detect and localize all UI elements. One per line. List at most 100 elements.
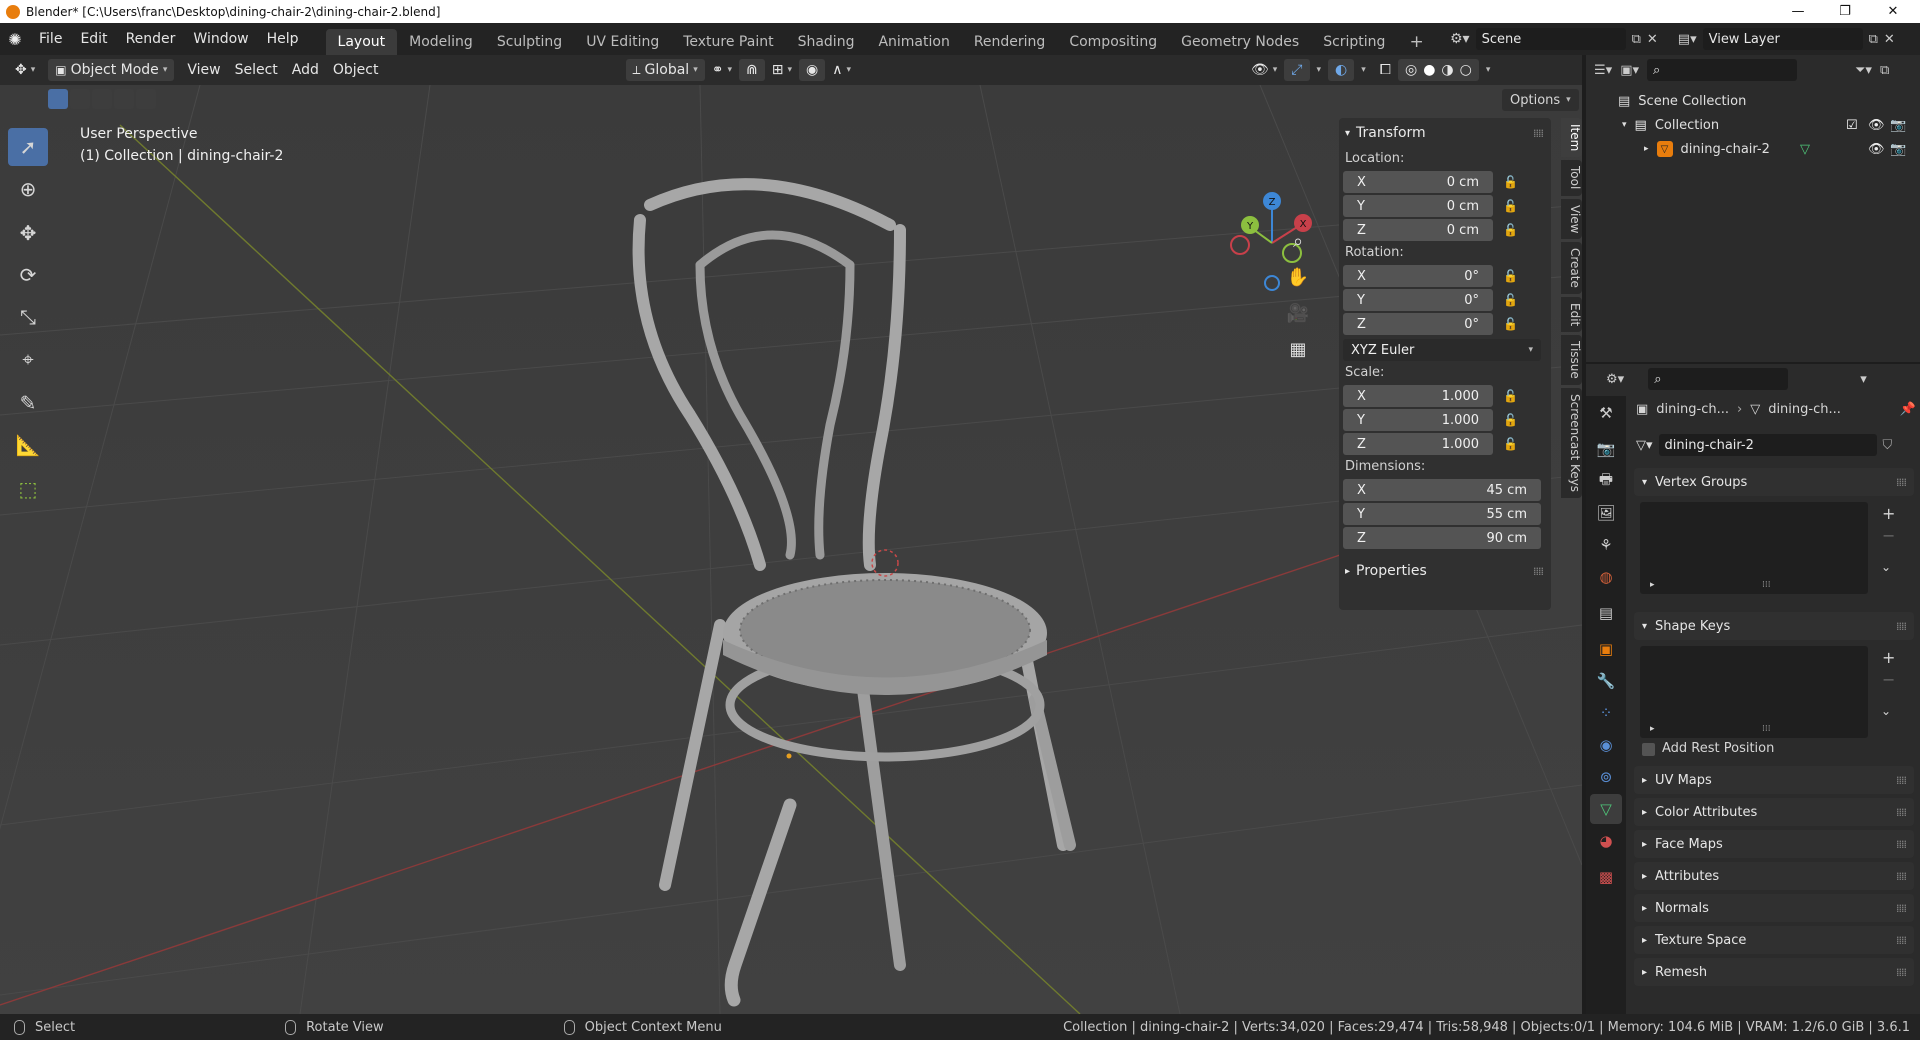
sidebar-tab-tool[interactable]: Tool: [1561, 160, 1582, 196]
scale-z-field[interactable]: Z 1.000: [1343, 433, 1493, 455]
uv-maps-header[interactable]: ▸ UV Maps ⁞⁞⁞⁞: [1634, 766, 1914, 794]
remesh-header[interactable]: ▸ Remesh ⁞⁞⁞⁞: [1634, 958, 1914, 986]
outliner-row-object[interactable]: ▸ ▽ dining-chair-2 ▽ 👁 📷: [1586, 137, 1920, 161]
select-subtract-icon[interactable]: [92, 89, 112, 109]
scale-tool-icon[interactable]: ⤡: [8, 298, 48, 336]
material-tab-icon[interactable]: ◕: [1590, 826, 1622, 856]
menu-object[interactable]: Object: [326, 59, 386, 81]
new-scene-icon[interactable]: ⧉: [1632, 32, 1641, 47]
blender-menu-icon[interactable]: ✺: [0, 30, 30, 49]
drag-grip-icon[interactable]: ⁞⁞⁞⁞: [1896, 870, 1907, 883]
drag-grip-icon[interactable]: ⁞⁞⁞⁞: [1896, 838, 1907, 851]
sidebar-tab-item[interactable]: Item: [1561, 118, 1582, 158]
checkbox-icon[interactable]: ☑: [1846, 118, 1858, 133]
add-rest-position-checkbox[interactable]: [1642, 743, 1655, 756]
snap-icon[interactable]: ⋒: [738, 59, 765, 81]
add-cube-tool-icon[interactable]: ⬚: [8, 470, 48, 508]
lock-icon[interactable]: 🔓: [1503, 413, 1525, 427]
collection-tab-icon[interactable]: ▤: [1590, 598, 1622, 628]
lock-icon[interactable]: 🔓: [1503, 317, 1525, 331]
tab-modeling[interactable]: Modeling: [397, 29, 485, 55]
ortho-grid-icon[interactable]: ▦: [1282, 333, 1314, 365]
delete-view-layer-icon[interactable]: ✕: [1884, 32, 1895, 47]
add-vertex-group-icon[interactable]: +: [1882, 504, 1895, 523]
particles-tab-icon[interactable]: ⁘: [1590, 698, 1622, 728]
rotate-tool-icon[interactable]: ⟳: [8, 256, 48, 294]
lock-icon[interactable]: 🔓: [1503, 293, 1525, 307]
drag-grip-icon[interactable]: ⁞⁞⁞⁞: [1896, 806, 1907, 819]
sidebar-tab-view[interactable]: View: [1561, 198, 1582, 240]
rotation-y-field[interactable]: Y 0°: [1343, 289, 1493, 311]
menu-edit[interactable]: Edit: [71, 23, 116, 55]
falloff-icon[interactable]: ∧ ▾: [825, 59, 858, 81]
texture-space-header[interactable]: ▸ Texture Space ⁞⁞⁞⁞: [1634, 926, 1914, 954]
normals-header[interactable]: ▸ Normals ⁞⁞⁞⁞: [1634, 894, 1914, 922]
properties-editor-icon[interactable]: ⚙▾: [1606, 372, 1624, 387]
annotate-tool-icon[interactable]: ✎: [8, 384, 48, 422]
tab-shading[interactable]: Shading: [786, 29, 867, 55]
rotation-x-field[interactable]: X 0°: [1343, 265, 1493, 287]
location-z-field[interactable]: Z0 cm: [1343, 219, 1493, 241]
tab-texture-paint[interactable]: Texture Paint: [671, 29, 785, 55]
close-button[interactable]: ✕: [1870, 0, 1916, 23]
minimize-button[interactable]: —: [1775, 0, 1821, 23]
transform-header[interactable]: ▾ Transform ⁞⁞⁞⁞: [1339, 118, 1551, 148]
scale-x-field[interactable]: X 1.000: [1343, 385, 1493, 407]
shading-dropdown-icon[interactable]: ▾: [1479, 59, 1498, 81]
mode-dropdown[interactable]: ▣ Object Mode ▾: [48, 59, 175, 81]
options-chevron-icon[interactable]: ▾: [1860, 372, 1867, 387]
drag-grip-icon[interactable]: ⁞⁞⁞⁞: [1896, 476, 1907, 489]
transform-tool-icon[interactable]: ⌖: [8, 340, 48, 378]
remove-shape-key-icon[interactable]: −: [1882, 670, 1895, 689]
maximize-button[interactable]: ❐: [1822, 0, 1868, 23]
sidebar-tab-screencast-keys[interactable]: Screencast Keys: [1561, 388, 1582, 499]
remove-vertex-group-icon[interactable]: −: [1882, 526, 1895, 545]
vertex-group-menu-icon[interactable]: ⌄: [1881, 560, 1891, 574]
cursor-tool-icon[interactable]: ⊕: [8, 170, 48, 208]
drag-grip-icon[interactable]: ⁞⁞⁞⁞: [1533, 127, 1544, 140]
editor-type-icon[interactable]: ✥ ▾: [8, 59, 42, 81]
tab-uv-editing[interactable]: UV Editing: [574, 29, 671, 55]
tab-compositing[interactable]: Compositing: [1057, 29, 1169, 55]
drag-grip-icon[interactable]: ⁞⁞⁞⁞: [1896, 620, 1907, 633]
menu-render[interactable]: Render: [117, 23, 185, 55]
physics-tab-icon[interactable]: ◉: [1590, 730, 1622, 760]
select-extend-icon[interactable]: [70, 89, 90, 109]
location-x-field[interactable]: X0 cm: [1343, 171, 1493, 193]
visibility-icon[interactable]: 👁 ▾: [1244, 59, 1284, 81]
scene-tab-icon[interactable]: ⚘: [1590, 530, 1622, 560]
dimensions-x-field[interactable]: X 45 cm: [1343, 479, 1541, 501]
object-tab-icon[interactable]: ▣: [1590, 634, 1622, 664]
drag-grip-icon[interactable]: ⁞⁞⁞⁞: [1533, 565, 1544, 578]
view-layer-icon[interactable]: ▤▾: [1678, 32, 1697, 47]
rotation-mode-dropdown[interactable]: XYZ Euler ▾: [1343, 339, 1541, 361]
drag-grip-icon[interactable]: ⁞⁞⁞⁞: [1896, 934, 1907, 947]
properties-search-input[interactable]: ⌕: [1648, 368, 1789, 390]
tool-settings-tab-icon[interactable]: ⚒: [1590, 398, 1622, 428]
snap-target-icon[interactable]: ⊞ ▾: [765, 59, 799, 81]
camera-icon[interactable]: 📷: [1890, 142, 1906, 157]
chevron-down-icon[interactable]: ▾: [1622, 120, 1627, 130]
material-shading-icon[interactable]: ◑: [1441, 62, 1453, 78]
location-y-field[interactable]: Y0 cm: [1343, 195, 1493, 217]
overlay-toggle-icon[interactable]: ◐: [1328, 59, 1355, 81]
scene-field[interactable]: Scene: [1475, 28, 1626, 50]
render-tab-icon[interactable]: 📷: [1590, 434, 1622, 464]
properties-subpanel-header[interactable]: ▸ Properties ⁞⁞⁞⁞: [1339, 554, 1551, 588]
select-new-icon[interactable]: [48, 89, 68, 109]
filter-icon[interactable]: ⏷▾: [1855, 63, 1872, 78]
camera-icon[interactable]: 📷: [1890, 118, 1906, 133]
scene-icon[interactable]: ⚙▾: [1450, 31, 1470, 47]
pin-icon[interactable]: 📌: [1900, 402, 1916, 417]
resize-grip-icon[interactable]: ⁞⁞⁞: [1762, 724, 1771, 734]
shape-keys-header[interactable]: ▾ Shape Keys ⁞⁞⁞⁞: [1634, 612, 1914, 640]
menu-window[interactable]: Window: [184, 23, 257, 55]
sidebar-tab-tissue[interactable]: Tissue: [1561, 335, 1582, 386]
drag-grip-icon[interactable]: ⁞⁞⁞⁞: [1896, 902, 1907, 915]
scale-y-field[interactable]: Y 1.000: [1343, 409, 1493, 431]
gizmo-dropdown-icon[interactable]: ▾: [1310, 59, 1329, 81]
zoom-icon[interactable]: ⌕: [1282, 225, 1314, 257]
select-intersect-icon[interactable]: [136, 89, 156, 109]
solid-shading-icon[interactable]: ●: [1423, 62, 1435, 78]
tab-animation[interactable]: Animation: [866, 29, 961, 55]
